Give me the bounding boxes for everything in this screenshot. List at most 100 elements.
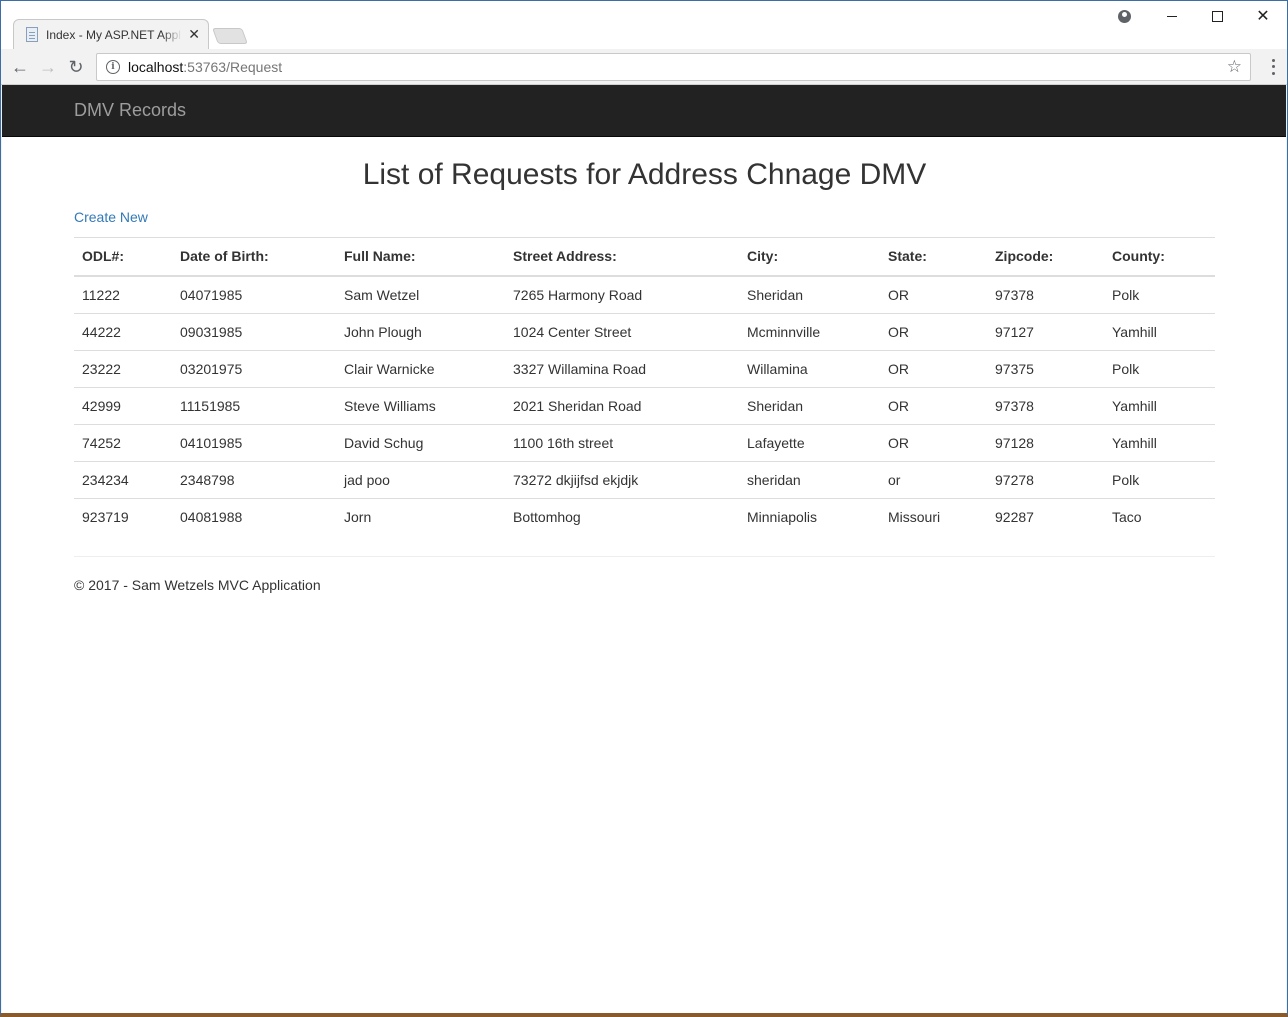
footer-divider (74, 555, 1215, 557)
cell-county: Polk (1104, 350, 1215, 388)
cell-odl: 11222 (82, 287, 120, 303)
cell-state: or (880, 461, 987, 499)
table-row: 11222 04071985 Sam Wetzel 7265 Harmony R… (74, 276, 1215, 314)
cell-odl: 44222 (74, 313, 172, 351)
info-icon[interactable]: i (106, 60, 120, 74)
table-row: 44222 09031985 John Plough 1024 Center S… (74, 313, 1215, 351)
address-bar[interactable]: i localhost:53763/Request ☆ (96, 53, 1251, 81)
header-street: Street Address: (505, 237, 739, 277)
cell-zip: 97278 (987, 461, 1104, 499)
cell-dob: 11151985 (172, 387, 336, 425)
cell-street: Bottomhog (505, 498, 739, 536)
url-path: :53763/Request (183, 59, 283, 75)
cell-name: jad poo (336, 461, 505, 499)
cell-name: Jorn (336, 498, 505, 536)
cell-odl: 74252 (74, 424, 172, 462)
cell-zip: 97378 (995, 287, 1034, 303)
cell-city: Sheridan (747, 287, 804, 303)
requests-table: ODL#: Date of Birth: Full Name: Street A… (74, 237, 1215, 536)
cell-street: 1100 16th street (505, 424, 739, 462)
table-row: 923719 04081988 Jorn Bottomhog Minniapol… (74, 498, 1215, 536)
cell-county: Yamhill (1104, 424, 1215, 462)
cell-city: Sheridan (739, 387, 880, 425)
cell-street: 73272 dkjijfsd ekjdjk (505, 461, 739, 499)
header-dob: Date of Birth: (172, 237, 336, 277)
cell-state: OR (880, 313, 987, 351)
cell-zip: 92287 (987, 498, 1104, 536)
brand-link[interactable]: DMV Records (74, 100, 186, 121)
table-row: 74252 04101985 David Schug 1100 16th str… (74, 424, 1215, 462)
cell-county: Yamhill (1104, 313, 1215, 351)
browser-window: Index - My ASP.NET Appl ✕ ✕ ← → ↻ i loca… (0, 0, 1288, 1017)
page-title: List of Requests for Address Chnage DMV (362, 158, 927, 191)
cell-name: Steve Williams (336, 387, 505, 425)
bookmark-star-icon[interactable]: ☆ (1227, 57, 1242, 77)
cell-odl: 234234 (74, 461, 172, 499)
cell-city: Mcminnville (739, 313, 880, 351)
cell-state: OR (880, 424, 987, 462)
page-icon (26, 27, 38, 42)
tab-title: Index - My ASP.NET Appl (46, 27, 183, 42)
cell-dob: 03201975 (172, 350, 336, 388)
page-footer: © 2017 - Sam Wetzels MVC Application (74, 576, 321, 593)
minimize-button[interactable] (1149, 5, 1195, 27)
browser-tab[interactable]: Index - My ASP.NET Appl ✕ (13, 19, 209, 49)
cell-state: OR (880, 387, 987, 425)
cell-dob: 2348798 (172, 461, 336, 499)
table-row: 23222 03201975 Clair Warnicke 3327 Willa… (74, 350, 1215, 388)
cell-name: Clair Warnicke (336, 350, 505, 388)
cell-street: 7265 Harmony Road (513, 287, 643, 303)
cell-name: John Plough (336, 313, 505, 351)
cell-odl: 42999 (74, 387, 172, 425)
back-icon[interactable]: ← (8, 55, 32, 79)
table-header-row: ODL#: Date of Birth: Full Name: Street A… (74, 237, 1215, 277)
header-state: State: (880, 237, 987, 277)
reload-icon[interactable]: ↻ (64, 55, 88, 79)
cell-zip: 97378 (987, 387, 1104, 425)
cell-dob: 09031985 (172, 313, 336, 351)
cell-county: Polk (1104, 461, 1215, 499)
body-content: List of Requests for Address Chnage DMV … (74, 137, 1215, 593)
cell-odl: 923719 (74, 498, 172, 536)
header-city: City: (739, 237, 880, 277)
tab-close-icon[interactable]: ✕ (188, 26, 200, 43)
cell-odl: 23222 (74, 350, 172, 388)
profile-icon[interactable] (1101, 5, 1147, 27)
cell-dob: 04081988 (172, 498, 336, 536)
browser-menu-icon[interactable] (1271, 57, 1275, 77)
cell-county: Polk (1112, 287, 1140, 303)
header-odl: ODL#: (74, 237, 172, 277)
cell-street: 1024 Center Street (505, 313, 739, 351)
cell-state: Missouri (880, 498, 987, 536)
site-navbar: DMV Records (2, 85, 1286, 137)
cell-name: David Schug (336, 424, 505, 462)
cell-zip: 97127 (987, 313, 1104, 351)
cell-street: 3327 Willamina Road (505, 350, 739, 388)
cell-city: Willamina (739, 350, 880, 388)
cell-city: Minniapolis (739, 498, 880, 536)
header-name: Full Name: (336, 237, 505, 277)
forward-icon[interactable]: → (36, 55, 60, 79)
page-viewport: DMV Records List of Requests for Address… (2, 85, 1286, 1013)
tab-strip: Index - My ASP.NET Appl ✕ ✕ (1, 1, 1287, 49)
cell-dob: 04101985 (172, 424, 336, 462)
header-county: County: (1104, 237, 1215, 277)
cell-city: Lafayette (739, 424, 880, 462)
header-zip: Zipcode: (987, 237, 1104, 277)
cell-street: 2021 Sheridan Road (505, 387, 739, 425)
new-tab-button[interactable] (212, 28, 248, 44)
cell-county: Taco (1104, 498, 1215, 536)
cell-state: OR (888, 287, 909, 303)
maximize-button[interactable] (1194, 5, 1240, 27)
cell-zip: 97128 (987, 424, 1104, 462)
cell-city: sheridan (739, 461, 880, 499)
window-close-button[interactable]: ✕ (1240, 5, 1286, 27)
browser-toolbar: ← → ↻ i localhost:53763/Request ☆ (1, 49, 1287, 85)
table-row: 234234 2348798 jad poo 73272 dkjijfsd ek… (74, 461, 1215, 499)
cell-state: OR (880, 350, 987, 388)
cell-name: Sam Wetzel (344, 287, 420, 303)
table-row: 42999 11151985 Steve Williams 2021 Sheri… (74, 387, 1215, 425)
cell-zip: 97375 (987, 350, 1104, 388)
url-host: localhost (128, 59, 184, 75)
create-new-link[interactable]: Create New (74, 207, 148, 227)
